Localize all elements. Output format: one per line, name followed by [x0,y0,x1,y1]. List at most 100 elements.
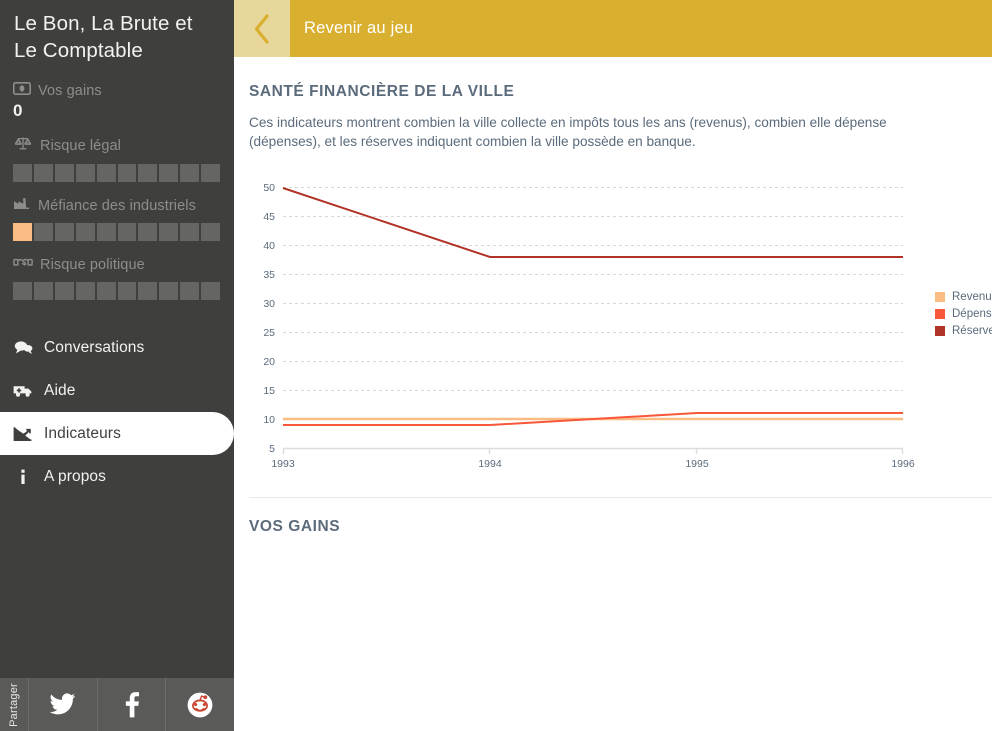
meter-label: Risque politique [40,256,145,273]
meter-segment [138,223,158,241]
meter-segment [13,164,32,182]
meter-segment [54,282,74,300]
meter-risque-politique: Risque politique [0,241,234,300]
facebook-icon [125,691,139,717]
meter-segment [117,223,137,241]
chat-icon [13,340,33,355]
meter-segment [75,282,95,300]
meter-segment [201,164,221,182]
chart-svg: 50 45 40 35 30 25 20 15 10 5 1993 1994 1… [263,182,915,469]
section-title: SANTÉ FINANCIÈRE DE LA VILLE [249,83,515,100]
svg-text:50: 50 [263,182,275,194]
meter-segment [33,223,53,241]
meter-segment [117,164,137,182]
meter-segment [201,282,221,300]
sidebar-item-label: Conversations [44,338,145,356]
sidebar-item-label: Aide [44,381,76,399]
sidebar-item-indicateurs[interactable]: Indicateurs [0,412,234,455]
meter-segment [117,282,137,300]
chart-x-labels: 1993 1994 1995 1996 [271,458,915,469]
meter-segment [180,164,200,182]
scales-icon [13,135,33,156]
legend-label: Réserves [952,325,992,337]
meter-head: Risque légal [13,135,220,156]
legend-label: Dépenses [952,308,992,320]
meter-segment [138,282,158,300]
meter-bar [13,223,221,241]
meter-segment [138,164,158,182]
meter-head: Risque politique [13,255,220,274]
svg-text:45: 45 [263,211,275,223]
app-title: Le Bon, La Brute et Le Comptable [14,12,193,62]
meter-label: Risque légal [40,137,121,154]
app-root: Le Bon, La Brute et Le Comptable Vos gai… [0,0,992,731]
series-reserves [282,187,903,258]
twitter-icon [50,693,76,715]
share-label-text: Partager [8,682,21,727]
meter-segment [96,164,116,182]
reddit-icon [187,692,213,717]
meter-segment-filled [13,223,32,241]
legend-item-revenus: Revenus [935,291,992,303]
chart-line-icon [13,426,33,442]
svg-text:25: 25 [263,327,275,339]
meter-mefiance-industriels: Méfiance des industriels [0,182,234,241]
share-label: Partager [0,678,28,731]
sidebar-item-a-propos[interactable]: A propos [0,455,234,498]
share-reddit-button[interactable] [165,678,234,731]
meter-segment [75,223,95,241]
svg-text:10: 10 [263,414,275,426]
legend-swatch [935,309,945,319]
svg-text:5: 5 [269,443,275,455]
chart-x-axis [282,447,904,454]
sidebar-item-label: Indicateurs [44,424,121,442]
banknote-icon [13,82,31,100]
meter-head: Méfiance des industriels [13,196,220,215]
meter-bar [13,282,221,300]
meter-segment [33,164,53,182]
svg-text:35: 35 [263,269,275,281]
svg-text:15: 15 [263,385,275,397]
chart-legend: Revenus Dépenses Réserves [935,291,992,337]
sidebar-item-aide[interactable]: Aide [0,369,234,412]
city-finance-chart: 50 45 40 35 30 25 20 15 10 5 1993 1994 1… [249,169,992,479]
legend-item-reserves: Réserves [935,325,992,337]
meter-segment [201,223,221,241]
svg-text:30: 30 [263,298,275,310]
svg-text:1994: 1994 [478,458,502,469]
share-facebook-button[interactable] [96,678,166,731]
chart-y-labels: 50 45 40 35 30 25 20 15 10 5 [263,182,275,455]
svg-text:1996: 1996 [891,458,915,469]
meter-segment [13,282,32,300]
legend-label: Revenus [952,291,992,303]
meter-segment [159,223,179,241]
sidebar-item-conversations[interactable]: Conversations [0,326,234,369]
meter-label: Méfiance des industriels [38,197,196,214]
meter-segment [96,223,116,241]
section-description: Ces indicateurs montrent combien la vill… [249,115,887,149]
legend-swatch [935,326,945,336]
gains-label: Vos gains [38,83,102,99]
meter-segment [33,282,53,300]
meter-risque-legal: Risque légal [0,121,234,182]
section2-title: VOS GAINS [249,518,341,535]
sidebar: Le Bon, La Brute et Le Comptable Vos gai… [0,0,234,731]
meter-segment [54,164,74,182]
svg-text:40: 40 [263,240,275,252]
handshake-icon [13,255,33,274]
chart-gridlines [283,187,903,420]
gains-row: Vos gains [13,82,220,100]
back-button[interactable] [234,0,290,57]
legend-swatch [935,292,945,302]
section-divider [249,497,992,498]
share-bar: Partager [0,678,234,731]
svg-text:20: 20 [263,356,275,368]
info-icon [13,469,33,485]
meter-segment [180,223,200,241]
main-panel: Revenir au jeu SANTÉ FINANCIÈRE DE LA VI… [234,0,992,731]
meter-segment [54,223,74,241]
topbar-title: Revenir au jeu [304,19,414,37]
share-twitter-button[interactable] [28,678,97,731]
meter-segment [159,282,179,300]
meter-bar [13,164,221,182]
